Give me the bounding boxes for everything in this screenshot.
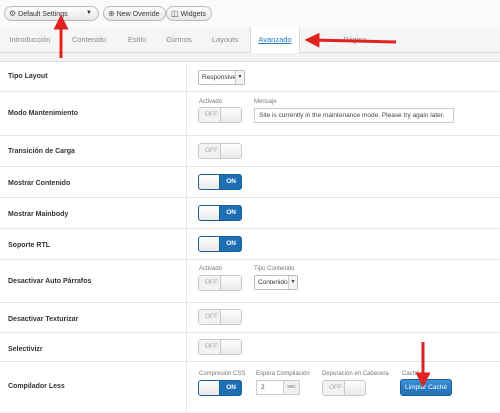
limpiar-cache-button[interactable]: Limpiar Caché xyxy=(400,379,452,396)
transicion-carga-label: Transición de Carga xyxy=(8,148,75,155)
settings-dropdown-label: Default Settings xyxy=(18,11,68,18)
mensaje-label: Mensaje xyxy=(254,99,277,105)
espera-compilacion-label: Espera Compilación xyxy=(256,371,310,377)
texturizar-toggle[interactable]: OFF xyxy=(198,309,242,325)
row-transicion-carga: Transición de Carga OFF xyxy=(0,136,500,167)
top-toolbar: ⚙ Default Settings ▼ ⊕ New Override ◫ Widge… xyxy=(0,0,500,27)
row-soporte-rtl: Soporte RTL ON xyxy=(0,229,500,260)
modo-mantenimiento-label: Modo Mantenimiento xyxy=(8,110,78,117)
settings-tabs: Introducción Contenido Estilo Gizmos Lay… xyxy=(0,27,500,53)
depuracion-cabecera-label: Depuración en Cabecera xyxy=(322,371,389,377)
tab-contenido[interactable]: Contenido xyxy=(66,27,112,53)
tipo-contenido-value: Contenido xyxy=(258,279,288,286)
tab-avanzado[interactable]: Avanzado xyxy=(250,27,300,53)
tab-estilo[interactable]: Estilo xyxy=(122,27,152,53)
depuracion-cabecera-toggle[interactable]: OFF xyxy=(322,380,366,396)
mostrar-contenido-toggle[interactable]: ON xyxy=(198,174,242,190)
soporte-rtl-toggle[interactable]: ON xyxy=(198,236,242,252)
tab-layouts[interactable]: Layouts xyxy=(206,27,244,53)
selectivizr-toggle[interactable]: OFF xyxy=(198,339,242,355)
chevron-down-icon: ▼ xyxy=(235,71,244,84)
mostrar-contenido-label: Mostrar Contenido xyxy=(8,180,71,187)
settings-dropdown[interactable]: ⚙ Default Settings ▼ xyxy=(4,6,99,21)
compresion-css-toggle[interactable]: ON xyxy=(198,380,242,396)
row-modo-mantenimiento: Modo Mantenimiento Activado OFF Mensaje … xyxy=(0,92,500,136)
cache-label: Caché xyxy=(402,371,420,377)
compilador-less-label: Compilador Less xyxy=(8,383,65,390)
row-desactivar-auto-parrafos: Desactivar Auto Párrafos Activado OFF Ti… xyxy=(0,260,500,303)
auto-parrafos-activado-label: Activado xyxy=(199,266,223,272)
selectivizr-label: Selectivizr xyxy=(8,346,43,353)
widgets-label: Widgets xyxy=(180,11,206,18)
mantenimiento-toggle[interactable]: OFF xyxy=(198,107,242,123)
gear-icon: ⚙ xyxy=(9,9,17,18)
new-override-label: New Override xyxy=(116,11,160,18)
mostrar-mainbody-toggle[interactable]: ON xyxy=(198,205,242,221)
plus-icon: ⊕ xyxy=(108,9,115,18)
chevron-down-icon: ▼ xyxy=(288,276,297,289)
row-mostrar-contenido: Mostrar Contenido ON xyxy=(0,167,500,198)
advanced-settings-panel: Tipo Layout Responsive ▼ Modo Mantenimie… xyxy=(0,61,500,413)
widgets-icon: ◫ xyxy=(171,9,179,18)
row-selectivizr: Selectivizr OFF xyxy=(0,333,500,362)
soporte-rtl-label: Soporte RTL xyxy=(8,242,50,249)
tab-pagina[interactable]: Página xyxy=(330,27,380,53)
chevron-down-icon: ▼ xyxy=(86,10,92,16)
tab-introduccion[interactable]: Introducción xyxy=(4,27,56,53)
desactivar-auto-parrafos-label: Desactivar Auto Párrafos xyxy=(8,278,92,285)
auto-parrafos-toggle[interactable]: OFF xyxy=(198,275,242,291)
row-desactivar-texturizar: Desactivar Texturizar OFF xyxy=(0,303,500,333)
compresion-css-label: Compresión CSS xyxy=(199,371,246,377)
mensaje-input[interactable]: Site is currently in the maintenance mod… xyxy=(254,108,454,123)
tipo-layout-select[interactable]: Responsive ▼ xyxy=(198,70,245,85)
mantenimiento-activado-label: Activado xyxy=(199,99,223,105)
tipo-contenido-select[interactable]: Contenido ▼ xyxy=(254,275,298,290)
espera-unit: sec xyxy=(284,380,300,395)
tipo-contenido-label: Tipo Contenido xyxy=(254,266,295,272)
row-tipo-layout: Tipo Layout Responsive ▼ xyxy=(0,62,500,92)
tipo-layout-label: Tipo Layout xyxy=(8,73,48,80)
desactivar-texturizar-label: Desactivar Texturizar xyxy=(8,316,79,323)
new-override-button[interactable]: ⊕ New Override xyxy=(103,6,166,21)
row-compilador-less: Compilador Less Compresión CSS ON Espera… xyxy=(0,362,500,413)
row-mostrar-mainbody: Mostrar Mainbody ON xyxy=(0,198,500,229)
espera-compilacion-input[interactable]: 2 xyxy=(256,380,284,395)
mostrar-mainbody-label: Mostrar Mainbody xyxy=(8,211,69,218)
transicion-carga-toggle[interactable]: OFF xyxy=(198,143,242,159)
tab-gizmos[interactable]: Gizmos xyxy=(162,27,196,53)
widgets-button[interactable]: ◫ Widgets xyxy=(166,6,212,21)
tipo-layout-value: Responsive xyxy=(202,74,236,81)
